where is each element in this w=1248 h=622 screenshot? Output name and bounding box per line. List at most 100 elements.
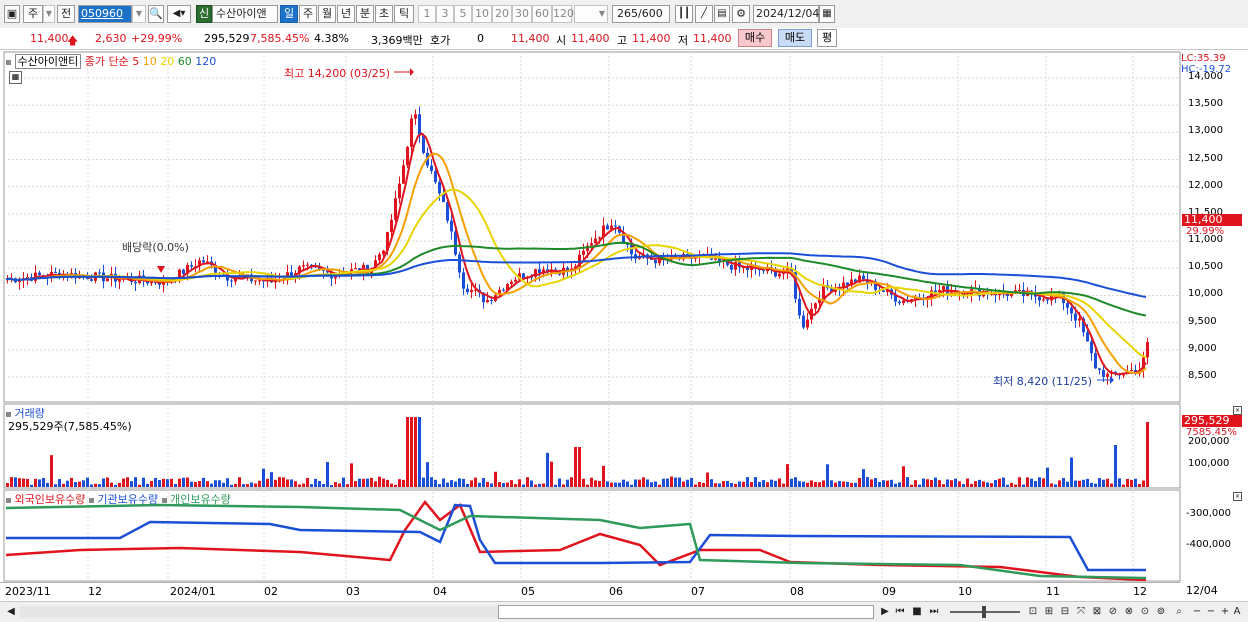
chart-area[interactable]: 수산아이앤티 종가 단순 5 10 20 60 120 ▦ 최고 14,200 …	[0, 50, 1248, 601]
panel-handle-icon[interactable]	[161, 497, 167, 503]
date-input[interactable]: 2024/12/04	[753, 5, 819, 23]
tool-icon[interactable]: ⊞	[1042, 605, 1056, 619]
speaker-icon[interactable]: ◀▾	[167, 5, 191, 23]
holding-panel-close-icon[interactable]: ×	[1233, 492, 1242, 501]
interval-10[interactable]: 10	[472, 5, 492, 23]
volume-bar	[238, 477, 241, 487]
candle-body	[814, 303, 817, 309]
volume-bar	[846, 482, 849, 487]
gear-icon[interactable]: ⚙	[732, 5, 750, 23]
buy-button[interactable]: 매수	[738, 29, 772, 47]
volume-bar	[534, 484, 537, 487]
tool-icon[interactable]: ⊗	[1122, 605, 1136, 619]
zoom-slider-handle[interactable]	[982, 606, 986, 618]
interval-30[interactable]: 30	[512, 5, 532, 23]
candle-type-icon[interactable]: ┃┃	[675, 5, 693, 23]
volume-subtitle: 295,529주(7,585.45%)	[8, 420, 132, 433]
scroll-right-icon[interactable]: ▶	[878, 605, 892, 619]
volume-bar	[22, 478, 25, 487]
volume-bar	[1138, 484, 1141, 487]
volume-bar	[1074, 480, 1077, 487]
volume-bar	[1046, 467, 1049, 487]
market-dropdown-icon[interactable]: ▼	[43, 5, 55, 23]
prev-button[interactable]: 전	[57, 5, 75, 23]
zoom-out-icon[interactable]: −	[1204, 605, 1218, 619]
save-icon[interactable]: ▤	[714, 5, 730, 23]
search-icon[interactable]: ⌕	[1172, 605, 1186, 619]
volume-bar	[606, 481, 609, 487]
scroll-track[interactable]	[20, 606, 498, 618]
candle-body	[1078, 318, 1081, 321]
volume-bar	[1030, 478, 1033, 487]
volume-bar	[594, 480, 597, 487]
tool-icon[interactable]: ⊘	[1106, 605, 1120, 619]
tab-minute[interactable]: 분	[356, 5, 374, 23]
volume-bar	[1010, 482, 1013, 487]
volume-bar	[206, 481, 209, 487]
evaluate-button[interactable]: 평	[817, 29, 837, 47]
tab-weekly[interactable]: 주	[299, 5, 317, 23]
candle-body	[202, 260, 205, 263]
volume-bar	[62, 483, 65, 487]
panel-handle-icon[interactable]	[6, 497, 11, 503]
candle-body	[1146, 342, 1149, 358]
search-icon[interactable]: 🔍	[148, 5, 164, 23]
zoom-out-icon[interactable]: −	[1190, 605, 1204, 619]
candle-body	[182, 269, 185, 274]
stock-code-input[interactable]: 050960	[78, 5, 132, 23]
code-dropdown-icon[interactable]: ▼	[132, 5, 146, 23]
volume-bar	[914, 480, 917, 487]
interval-1[interactable]: 1	[418, 5, 436, 23]
interval-dropdown[interactable]: ▼	[574, 5, 608, 23]
interval-120[interactable]: 120	[552, 5, 574, 23]
panel-handle-icon[interactable]	[88, 497, 94, 503]
interval-5[interactable]: 5	[454, 5, 472, 23]
interval-60[interactable]: 60	[532, 5, 552, 23]
last-page-icon[interactable]: ⏭	[927, 605, 941, 619]
volume-bar	[50, 455, 53, 487]
low-annotation: 최저 8,420 (11/25)	[993, 375, 1093, 388]
tool-icon[interactable]: ⊠	[1090, 605, 1104, 619]
candle-body	[106, 278, 109, 282]
tool-icon[interactable]: ⊚	[1154, 605, 1168, 619]
interval-3[interactable]: 3	[436, 5, 454, 23]
font-size-icon[interactable]: A	[1230, 605, 1244, 619]
low-value: 11,400	[693, 32, 732, 45]
candle-body	[458, 254, 461, 273]
tab-monthly[interactable]: 월	[318, 5, 336, 23]
scroll-left-icon[interactable]: ◀	[4, 605, 18, 619]
tab-second[interactable]: 초	[375, 5, 393, 23]
sell-button[interactable]: 매도	[778, 29, 812, 47]
volume-bar	[366, 478, 369, 487]
first-page-icon[interactable]: ⏮	[893, 605, 907, 619]
volume-bar	[530, 480, 533, 487]
stop-icon[interactable]: ■	[910, 605, 924, 619]
table-toggle-icon[interactable]: ▦	[9, 71, 22, 84]
volume-bar	[562, 484, 565, 487]
tool-icon[interactable]: ⤧	[1074, 605, 1088, 619]
new-badge[interactable]: 신	[196, 5, 212, 23]
tool-icon[interactable]: ⊟	[1058, 605, 1072, 619]
count-input[interactable]: 265	[612, 5, 638, 23]
chart-canvas[interactable]	[0, 50, 1248, 601]
interval-20[interactable]: 20	[492, 5, 512, 23]
calendar-icon[interactable]: ▦	[819, 5, 835, 23]
line-tool-icon[interactable]: ╱	[695, 5, 713, 23]
volume-bar	[854, 482, 857, 487]
volume-bar	[882, 480, 885, 487]
volume-bar	[146, 483, 149, 487]
volume-panel-close-icon[interactable]: ×	[1233, 406, 1242, 415]
candle-body	[398, 183, 401, 199]
vol-tick-100k: 100,000	[1188, 458, 1230, 469]
panel-handle-icon[interactable]	[6, 411, 11, 417]
candle-body	[1086, 332, 1089, 342]
tool-icon[interactable]: ⊡	[1026, 605, 1040, 619]
tab-daily[interactable]: 일	[280, 5, 298, 23]
panel-handle-icon[interactable]	[6, 59, 11, 65]
window-menu-icon[interactable]: ▣	[4, 5, 20, 23]
scroll-thumb[interactable]	[498, 605, 874, 619]
tool-icon[interactable]: ⊙	[1138, 605, 1152, 619]
tab-tick[interactable]: 틱	[394, 5, 414, 23]
market-select[interactable]: 주	[23, 5, 43, 23]
tab-yearly[interactable]: 년	[337, 5, 355, 23]
